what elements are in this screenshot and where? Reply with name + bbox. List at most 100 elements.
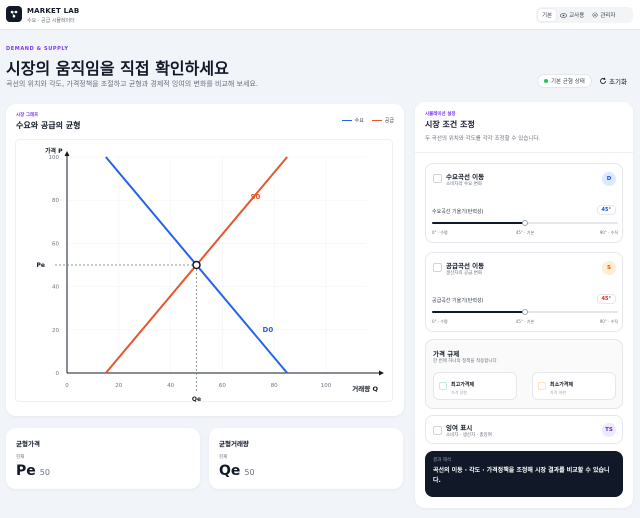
mode-basic-button[interactable]: 기본 bbox=[538, 9, 557, 21]
eq-quantity-number: 50 bbox=[244, 468, 255, 477]
demand-slider-thumb[interactable] bbox=[522, 220, 528, 226]
x-tick-label: 40 bbox=[167, 383, 174, 389]
reset-label: 초기화 bbox=[609, 78, 627, 86]
equilibrium-point bbox=[192, 260, 201, 270]
price-control-title: 가격 규제 bbox=[433, 350, 460, 358]
price-ceiling-title: 최고가격제 bbox=[451, 382, 475, 388]
refresh-icon bbox=[600, 77, 606, 84]
surplus-control-card: 잉여 표시 소비자 · 생산자 · 총잉여 TS bbox=[425, 415, 623, 444]
demand-badge: D bbox=[602, 172, 616, 186]
result-text: 곡선의 이동 · 각도 · 가격정책을 조정해 시장 결과를 비교할 수 있습니… bbox=[433, 467, 610, 484]
graph-small-label: 시장 그래프 bbox=[16, 113, 39, 118]
surplus-title: 잉여 표시 bbox=[446, 424, 473, 432]
y-axis-label: 가격 P bbox=[45, 147, 63, 155]
price-control-card: 가격 규제 한 번에 하나의 정책을 적용합니다. 최고가격제 가격 상한 최소… bbox=[425, 339, 623, 409]
panel-divider bbox=[415, 152, 633, 153]
surplus-badge: TS bbox=[602, 423, 616, 437]
supply-demand-chart: 0204060801000 20 40 60 80 100가격 P거래량 QD0S0PeQ… bbox=[37, 147, 384, 403]
eq-price-title: 균형가격 bbox=[16, 440, 40, 448]
x-tick-label: 0 bbox=[65, 383, 69, 389]
equilibrium-price-card: 균형가격 현재 Pe 50 bbox=[6, 428, 200, 489]
eyebrow: DEMAND & SUPPLY bbox=[6, 46, 69, 52]
supply-slope-slider[interactable] bbox=[432, 309, 618, 315]
status-badge: 기본 균형 상태 bbox=[537, 74, 592, 88]
price-floor-option[interactable]: 최소가격제 가격 하한 bbox=[532, 372, 616, 400]
y-tick-label: 20 bbox=[52, 328, 59, 334]
page-title: 시장의 움직임을 직접 확인하세요 bbox=[6, 59, 229, 78]
eq-price-label: Pe bbox=[37, 262, 45, 269]
eq-price-value: Pe 50 bbox=[16, 463, 50, 479]
eq-quantity-symbol: Qe bbox=[219, 463, 241, 479]
demand-slope-value: 45° bbox=[596, 205, 616, 215]
price-floor-checkbox[interactable] bbox=[538, 382, 546, 390]
supply-tick-min: 0° · 수평 bbox=[432, 319, 448, 324]
surplus-checkbox[interactable] bbox=[433, 426, 442, 435]
demand-tick-mid: 45° · 기본 bbox=[515, 230, 535, 235]
demand-title: 수요곡선 이동 bbox=[446, 173, 485, 181]
series-label-d0: D0 bbox=[263, 326, 274, 334]
demand-control-card: 수요곡선 이동 소비자의 수요 변화 D 수요곡선 기울기(탄력성) 45° 0… bbox=[425, 163, 623, 243]
eq-price-sub: 현재 bbox=[16, 455, 25, 460]
supply-control-card: 공급곡선 이동 생산자의 공급 변화 S 공급곡선 기울기(탄력성) 45° 0… bbox=[425, 252, 623, 332]
y-tick-label: 80 bbox=[52, 198, 59, 204]
surplus-sub: 소비자 · 생산자 · 총잉여 bbox=[446, 433, 492, 438]
supply-slider-label: 공급곡선 기울기(탄력성) bbox=[432, 298, 484, 304]
legend-demand: 수요 bbox=[341, 117, 364, 124]
price-ceiling-sub: 가격 상한 bbox=[451, 390, 467, 395]
y-tick-label: 60 bbox=[52, 241, 59, 247]
legend-demand-label: 수요 bbox=[354, 118, 364, 124]
eq-quantity-value: Qe 50 bbox=[219, 463, 255, 479]
series-label-s0: S0 bbox=[251, 193, 261, 201]
supply-tick-max: 90° · 수직 bbox=[599, 319, 618, 324]
settings-panel: 시뮬레이션 설정 시장 조건 조정 두 곡선의 위치와 각도를 각각 조정할 수… bbox=[415, 102, 633, 508]
eq-price-number: 50 bbox=[39, 468, 50, 477]
demand-sub: 소비자의 수요 변화 bbox=[446, 182, 482, 187]
panel-title: 시장 조건 조정 bbox=[425, 120, 475, 129]
price-ceiling-option[interactable]: 최고가격제 가격 상한 bbox=[433, 372, 517, 400]
legend-supply: 공급 bbox=[371, 117, 394, 124]
supply-tick-mid: 45° · 기본 bbox=[515, 319, 535, 324]
x-tick-label: 80 bbox=[271, 383, 278, 389]
eq-quantity-label: Qe bbox=[192, 396, 201, 403]
demand-tick-min: 0° · 수평 bbox=[432, 230, 448, 235]
legend-demand-swatch bbox=[341, 119, 352, 122]
top-bar: MARKET LAB 수요 · 공급 시뮬레이터 기본 교사용 관리자 bbox=[0, 0, 640, 30]
demand-slope-slider[interactable] bbox=[432, 220, 618, 226]
legend-supply-label: 공급 bbox=[384, 118, 394, 124]
graph-title: 수요와 공급의 균형 bbox=[16, 121, 81, 130]
y-tick-label: 100 bbox=[49, 155, 60, 161]
logo bbox=[6, 6, 22, 22]
eye-icon bbox=[560, 12, 568, 18]
reset-button[interactable]: 초기화 bbox=[599, 74, 627, 88]
eq-quantity-sub: 현재 bbox=[219, 455, 228, 460]
x-tick-label: 20 bbox=[115, 383, 122, 389]
mode-admin-button[interactable]: 관리자 bbox=[588, 9, 619, 21]
mode-basic-label: 기본 bbox=[542, 13, 553, 19]
graph-area: 0 20 40 60 80 100 0 20 40 60 80 100 가격 P 거래량 Q D0 S0 Pe Q… bbox=[15, 139, 393, 403]
result-box: 결과 해석 곡선의 이동 · 각도 · 가격정책을 조정해 시장 결과를 비교할… bbox=[425, 451, 623, 497]
supply-badge: S bbox=[602, 261, 616, 275]
supply-shift-checkbox[interactable] bbox=[433, 263, 442, 272]
demand-shift-checkbox[interactable] bbox=[433, 174, 442, 183]
y-axis-arrow-icon bbox=[64, 151, 70, 156]
eq-quantity-title: 균형거래량 bbox=[219, 440, 249, 448]
price-control-sub: 한 번에 하나의 정책을 적용합니다. bbox=[433, 359, 499, 364]
nodes-icon bbox=[10, 10, 18, 18]
x-axis-arrow-icon bbox=[379, 370, 384, 376]
eq-price-symbol: Pe bbox=[16, 463, 36, 479]
price-ceiling-checkbox[interactable] bbox=[439, 382, 447, 390]
demand-slider-fill bbox=[432, 222, 525, 224]
status-label: 기본 균형 상태 bbox=[551, 79, 585, 85]
mode-admin-label: 관리자 bbox=[600, 13, 616, 19]
panel-description: 두 곡선의 위치와 각도를 각각 조정할 수 있습니다. bbox=[425, 136, 541, 142]
mode-switcher: 기본 교사용 관리자 bbox=[536, 7, 633, 23]
supply-title: 공급곡선 이동 bbox=[446, 262, 485, 270]
supply-slider-thumb[interactable] bbox=[522, 309, 528, 315]
page-description: 곡선의 위치와 각도, 가격정책을 조절하고 균형과 경제적 잉여의 변화를 비… bbox=[6, 80, 259, 88]
x-tick-label: 60 bbox=[219, 383, 226, 389]
y-tick-label: 40 bbox=[52, 285, 59, 291]
status-dot-icon bbox=[544, 79, 548, 83]
mode-teacher-button[interactable]: 교사용 bbox=[556, 9, 588, 21]
supply-slope-value: 45° bbox=[596, 294, 616, 304]
mode-teacher-label: 교사용 bbox=[569, 13, 585, 19]
